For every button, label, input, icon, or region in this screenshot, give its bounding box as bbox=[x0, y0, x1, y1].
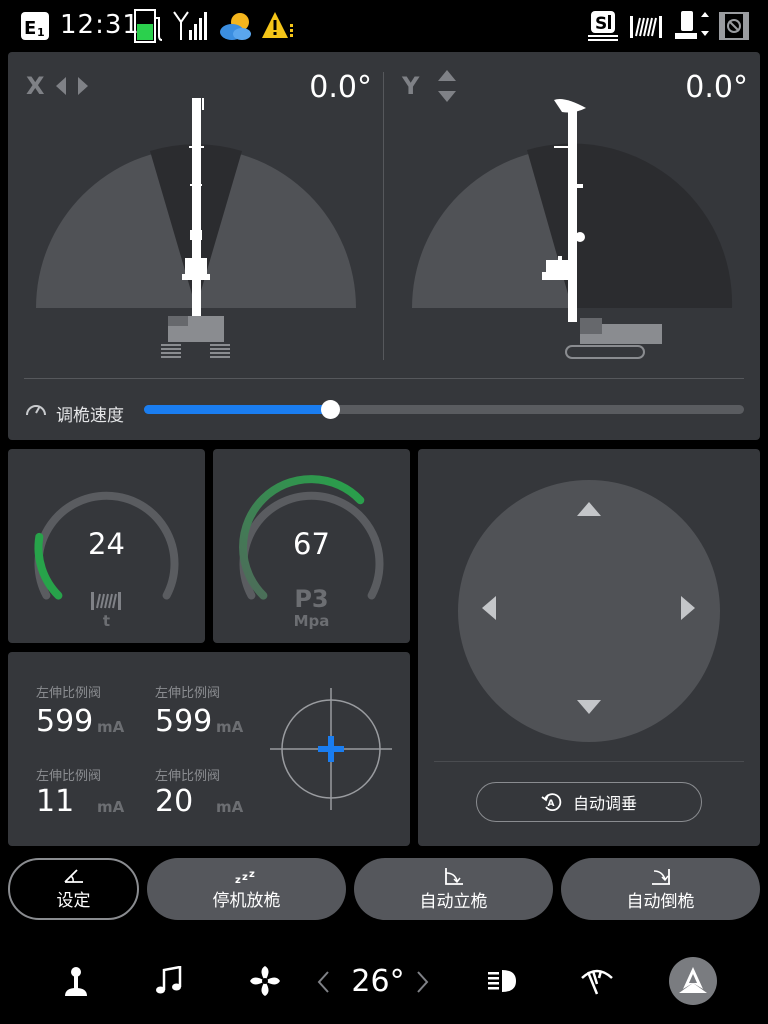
music-icon[interactable] bbox=[154, 966, 184, 996]
auto-raise-button[interactable]: 自动立桅 bbox=[354, 858, 553, 920]
valve-value-1: 599 bbox=[36, 704, 94, 739]
speed-slider-thumb[interactable] bbox=[321, 400, 340, 419]
valve-unit-3: mA bbox=[97, 798, 125, 816]
settings-label: 设定 bbox=[56, 890, 91, 911]
svg-text:z: z bbox=[249, 869, 255, 880]
arrow-up-icon[interactable] bbox=[576, 501, 602, 517]
headlight-icon[interactable] bbox=[486, 968, 518, 994]
valve-label-3: 左伸比例阀 bbox=[36, 769, 102, 784]
wiper-icon[interactable] bbox=[580, 966, 614, 996]
auto-raise-label: 自动立桅 bbox=[419, 891, 488, 912]
pressure-title: P3 bbox=[294, 585, 329, 613]
joystick-divider bbox=[434, 761, 744, 762]
valve-unit-2: mA bbox=[216, 718, 244, 736]
park-label: 停机放桅 bbox=[212, 890, 281, 911]
auto-lower-label: 自动倒桅 bbox=[626, 891, 695, 912]
svg-text:S: S bbox=[595, 14, 607, 34]
svg-text:z: z bbox=[242, 872, 248, 883]
e1-icon: E 1 bbox=[21, 12, 49, 40]
weather-partly-cloudy-icon bbox=[220, 13, 251, 40]
auto-lower-button[interactable]: 自动倒桅 bbox=[561, 858, 760, 920]
settings-button[interactable]: 设定 bbox=[8, 858, 139, 920]
valves-panel: 左伸比例阀 599 mA 左伸比例阀 599 mA 左伸比例阀 11 mA 左伸… bbox=[8, 652, 410, 846]
mast-raise-icon bbox=[444, 867, 463, 885]
svg-text:A: A bbox=[547, 799, 554, 809]
speed-label: 调桅速度 bbox=[56, 406, 124, 426]
valve-value-3: 11 bbox=[36, 784, 75, 819]
pressure-value: 67 bbox=[293, 527, 330, 561]
load-unit: t bbox=[102, 612, 111, 630]
auto-plumb-icon: A bbox=[541, 793, 562, 812]
park-button[interactable]: z z z 停机放桅 bbox=[147, 858, 346, 920]
logo-icon bbox=[679, 967, 707, 993]
valve-value-4: 20 bbox=[155, 784, 194, 819]
signal-icon bbox=[173, 11, 207, 40]
arrow-left-icon[interactable] bbox=[481, 595, 497, 621]
warning-icon bbox=[262, 12, 293, 38]
valve-value-2: 599 bbox=[155, 704, 213, 739]
speed-divider bbox=[24, 378, 744, 379]
chevron-left-icon[interactable] bbox=[316, 970, 330, 994]
winch-icon bbox=[91, 592, 121, 610]
valve-label-2: 左伸比例阀 bbox=[155, 686, 221, 701]
angle-icon bbox=[63, 868, 83, 883]
arrow-down-icon[interactable] bbox=[576, 699, 602, 715]
pressure-unit: Mpa bbox=[293, 612, 330, 630]
s1-mode-icon: S bbox=[588, 11, 618, 41]
status-time: 12:31 bbox=[60, 10, 140, 40]
sleep-icon: z z z bbox=[235, 869, 255, 884]
y-tilt-indicator bbox=[412, 99, 733, 359]
mast-lower-icon bbox=[651, 868, 670, 885]
temperature-value: 26° bbox=[351, 964, 405, 999]
svg-text:1: 1 bbox=[37, 26, 45, 39]
speed-slider[interactable] bbox=[144, 400, 744, 419]
mast-adjust-icon bbox=[675, 11, 709, 39]
camera-off-icon bbox=[719, 12, 749, 40]
winch-icon bbox=[630, 16, 662, 38]
pressure-gauge-panel: 67 P3 Mpa bbox=[213, 449, 410, 643]
chevron-right-icon[interactable] bbox=[416, 970, 430, 994]
svg-text:z: z bbox=[235, 875, 241, 884]
valve-unit-4: mA bbox=[216, 798, 244, 816]
arrow-right-icon[interactable] bbox=[680, 595, 696, 621]
speed-slider-fill bbox=[144, 405, 330, 414]
valve-unit-1: mA bbox=[97, 718, 125, 736]
fuel-gauge-icon bbox=[134, 9, 163, 43]
status-bar: E 1 12:31 S bbox=[0, 0, 768, 50]
valve-label-4: 左伸比例阀 bbox=[155, 769, 221, 784]
auto-plumb-button[interactable]: A 自动调垂 bbox=[476, 782, 702, 822]
fan-icon[interactable] bbox=[248, 964, 282, 998]
bottom-nav: 26° bbox=[0, 940, 768, 1024]
valve-label-1: 左伸比例阀 bbox=[36, 686, 102, 701]
level-crosshair-icon bbox=[270, 688, 392, 810]
load-value: 24 bbox=[88, 527, 125, 561]
speedometer-icon bbox=[26, 405, 46, 416]
svg-text:E: E bbox=[24, 18, 36, 39]
auto-plumb-label: 自动调垂 bbox=[572, 794, 637, 813]
joystick-panel: A 自动调垂 bbox=[418, 449, 760, 846]
tilt-panel: X 0.0° Y 0.0° 调桅速度 bbox=[8, 52, 760, 440]
x-tilt-indicator bbox=[36, 98, 356, 358]
load-gauge-panel: 24 t bbox=[8, 449, 205, 643]
logo-button[interactable] bbox=[669, 957, 717, 1005]
joystick-icon[interactable] bbox=[62, 966, 90, 998]
